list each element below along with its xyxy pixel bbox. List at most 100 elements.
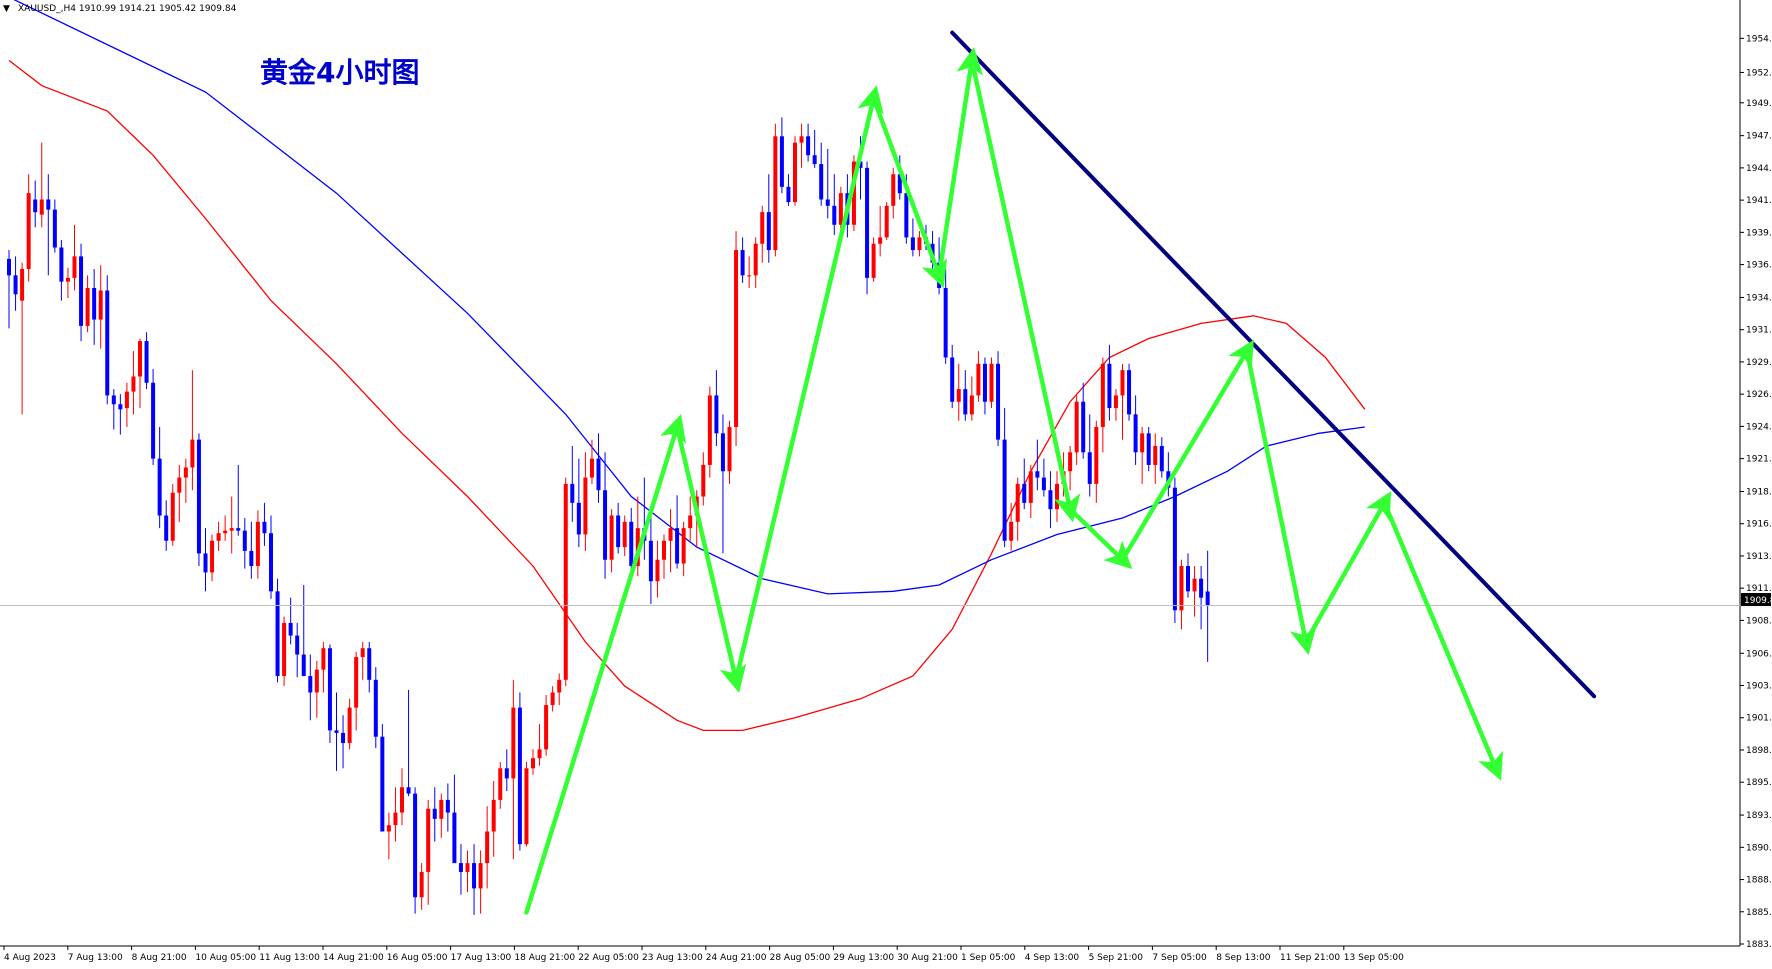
candle-body bbox=[773, 136, 778, 251]
candle-body bbox=[347, 707, 352, 744]
candle-body bbox=[452, 812, 457, 864]
candle-body bbox=[622, 521, 627, 548]
candle-body bbox=[511, 707, 516, 779]
candle-body bbox=[1192, 578, 1197, 592]
candle-body bbox=[118, 404, 123, 410]
candle-body bbox=[255, 521, 260, 567]
candle-body bbox=[727, 427, 732, 472]
candle-body bbox=[458, 863, 463, 872]
candle-body bbox=[1028, 471, 1033, 503]
candle-body bbox=[969, 395, 974, 415]
y-tick-label: 1893.30 bbox=[1746, 811, 1772, 821]
y-tick-label: 1936.85 bbox=[1746, 261, 1772, 271]
candle-body bbox=[825, 199, 830, 206]
candle bbox=[517, 692, 522, 851]
candle-body bbox=[210, 540, 215, 573]
y-tick-label: 1901.00 bbox=[1746, 714, 1772, 724]
candle-body bbox=[956, 389, 961, 402]
candle bbox=[793, 136, 797, 206]
candle bbox=[884, 202, 889, 240]
candle-body bbox=[655, 559, 660, 582]
candle-body bbox=[603, 490, 608, 560]
candle-body bbox=[917, 237, 922, 251]
candle-body bbox=[1002, 439, 1007, 541]
candle-body bbox=[170, 492, 175, 541]
candle-body bbox=[177, 477, 182, 493]
candle-body bbox=[976, 363, 981, 396]
symbol-info: XAUUSD_,H4 1910.99 1914.21 1905.42 1909.… bbox=[18, 4, 237, 14]
candle-body bbox=[1186, 566, 1190, 592]
candle-body bbox=[445, 799, 450, 813]
candle-body bbox=[7, 258, 11, 276]
candle-body bbox=[740, 250, 745, 276]
candle-body bbox=[583, 477, 588, 535]
y-tick-label: 1929.15 bbox=[1746, 358, 1772, 368]
x-tick-label: 4 Sep 13:00 bbox=[1025, 953, 1080, 963]
candle-body bbox=[98, 290, 103, 320]
y-tick-label: 1921.50 bbox=[1746, 455, 1772, 465]
menu-triangle-icon[interactable]: ▼ bbox=[3, 4, 10, 14]
candle-body bbox=[190, 439, 195, 468]
candle-body bbox=[570, 483, 575, 503]
candle-body bbox=[262, 521, 267, 534]
candle-body bbox=[1127, 370, 1132, 415]
candle bbox=[196, 433, 201, 567]
candle bbox=[563, 477, 568, 687]
candle-body bbox=[793, 142, 797, 203]
candle-body bbox=[46, 199, 51, 210]
candle-body bbox=[812, 155, 817, 165]
candle-body bbox=[1153, 445, 1158, 465]
candle-body bbox=[734, 250, 739, 428]
x-tick-label: 29 Aug 13:00 bbox=[833, 953, 894, 963]
candle-body bbox=[1041, 477, 1046, 491]
candle-body bbox=[681, 528, 686, 564]
candle-body bbox=[39, 199, 44, 215]
candle-body bbox=[550, 692, 555, 706]
y-tick-label: 1952.05 bbox=[1746, 68, 1772, 78]
candle-body bbox=[838, 193, 843, 225]
candle-body bbox=[1074, 401, 1079, 453]
x-tick-label: 11 Sep 21:00 bbox=[1280, 953, 1340, 963]
y-tick-label: 1890.75 bbox=[1746, 843, 1772, 853]
candle-body bbox=[996, 363, 1001, 440]
candle-body bbox=[982, 363, 987, 402]
x-tick-label: 24 Aug 21:00 bbox=[706, 953, 767, 963]
x-tick-label: 17 Aug 13:00 bbox=[451, 953, 512, 963]
candle-body bbox=[799, 136, 804, 143]
candle-body bbox=[1022, 483, 1027, 503]
candle-body bbox=[13, 275, 18, 295]
candle-body bbox=[563, 483, 568, 680]
candle bbox=[282, 616, 287, 687]
candle-body bbox=[504, 768, 509, 779]
candle-body bbox=[491, 799, 496, 832]
candle-body bbox=[341, 732, 346, 744]
candle-body bbox=[413, 793, 418, 898]
candle-body bbox=[544, 705, 549, 750]
candle bbox=[989, 357, 994, 409]
y-tick-label: 1939.40 bbox=[1746, 228, 1772, 238]
y-tick-label: 1898.45 bbox=[1746, 746, 1772, 756]
candle-body bbox=[439, 799, 444, 819]
candle-body bbox=[406, 787, 411, 794]
x-tick-label: 22 Aug 05:00 bbox=[578, 953, 639, 963]
x-tick-label: 10 Aug 05:00 bbox=[195, 953, 256, 963]
y-tick-label: 1888.20 bbox=[1746, 876, 1772, 886]
x-tick-label: 30 Aug 21:00 bbox=[897, 953, 958, 963]
candle-body bbox=[373, 679, 378, 737]
candle-body bbox=[806, 136, 811, 156]
candle-body bbox=[878, 237, 883, 244]
x-tick-label: 8 Aug 21:00 bbox=[132, 953, 187, 963]
y-axis: 1954.75 1952.05 1949.65 1947.05 1944.50 1941.… bbox=[1740, 34, 1772, 950]
candle-body bbox=[360, 648, 365, 658]
candle bbox=[1172, 477, 1177, 623]
candle bbox=[865, 161, 870, 295]
chart-canvas[interactable]: 1954.75 1952.05 1949.65 1947.05 1944.50 1941.… bbox=[0, 0, 1772, 969]
y-tick-label: 1947.05 bbox=[1746, 132, 1772, 142]
candle-body bbox=[216, 533, 221, 541]
candle-body bbox=[1009, 521, 1014, 541]
candle-body bbox=[1179, 566, 1184, 611]
current-price-label-text: 1909.88 bbox=[1744, 596, 1772, 606]
candle-body bbox=[865, 167, 870, 278]
candle-body bbox=[1094, 427, 1099, 484]
candle-body bbox=[478, 863, 483, 889]
